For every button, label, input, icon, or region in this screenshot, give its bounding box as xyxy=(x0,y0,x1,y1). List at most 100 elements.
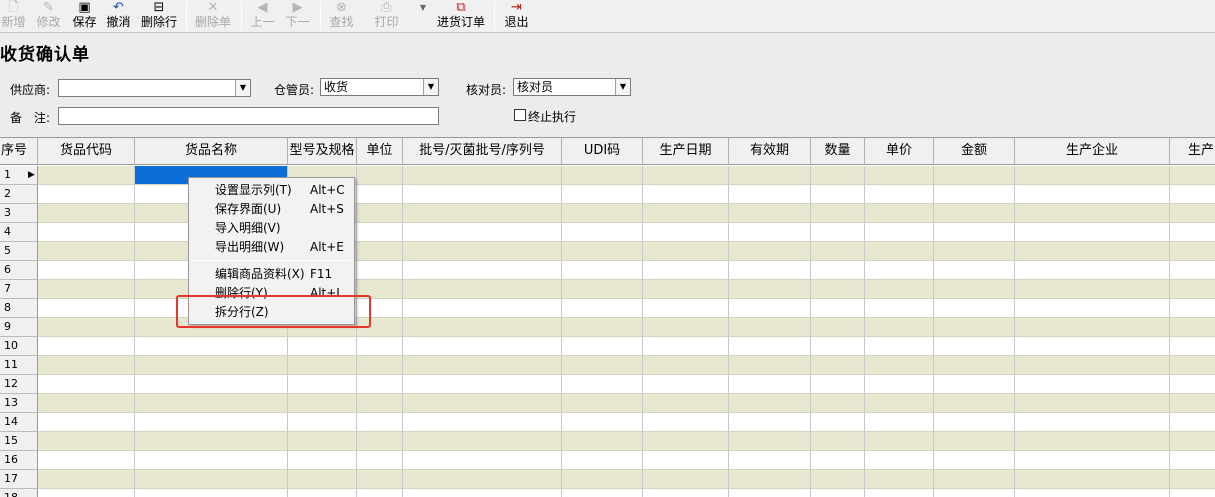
grid-cell[interactable] xyxy=(38,432,135,451)
keeper-combobox[interactable]: 收货 ▼ xyxy=(320,78,439,96)
grid-cell[interactable] xyxy=(38,413,135,432)
grid-cell[interactable] xyxy=(562,375,643,394)
grid-cell[interactable] xyxy=(934,166,1015,185)
edit-button[interactable]: ✎ 修改 xyxy=(35,0,62,32)
grid-cell[interactable] xyxy=(865,451,934,470)
grid-cell[interactable] xyxy=(865,394,934,413)
grid-cell[interactable] xyxy=(643,185,729,204)
next-button[interactable]: ▶ 下一 xyxy=(284,0,311,32)
grid-cell[interactable] xyxy=(357,432,403,451)
grid-cell[interactable] xyxy=(934,337,1015,356)
grid-cell[interactable] xyxy=(934,413,1015,432)
grid-cell[interactable] xyxy=(357,489,403,497)
grid-cell[interactable] xyxy=(643,489,729,497)
grid-cell[interactable] xyxy=(562,261,643,280)
row-number[interactable]: 4 xyxy=(0,223,38,242)
grid-cell[interactable] xyxy=(643,280,729,299)
grid-cell[interactable] xyxy=(865,242,934,261)
grid-cell[interactable] xyxy=(562,280,643,299)
grid-cell[interactable] xyxy=(865,489,934,497)
grid-cell[interactable] xyxy=(562,356,643,375)
grid-cell[interactable] xyxy=(38,489,135,497)
grid-cell[interactable] xyxy=(38,394,135,413)
grid-cell[interactable] xyxy=(1015,470,1170,489)
grid-cell[interactable] xyxy=(562,432,643,451)
grid-cell[interactable] xyxy=(811,337,865,356)
grid-cell[interactable] xyxy=(865,261,934,280)
grid-cell[interactable] xyxy=(403,489,562,497)
grid-cell[interactable] xyxy=(562,299,643,318)
grid-cell[interactable] xyxy=(934,432,1015,451)
grid-cell[interactable] xyxy=(1170,470,1215,489)
grid-cell[interactable] xyxy=(729,204,811,223)
row-number[interactable]: 6 xyxy=(0,261,38,280)
grid-cell[interactable] xyxy=(934,299,1015,318)
grid-cell[interactable] xyxy=(1170,261,1215,280)
grid-cell[interactable] xyxy=(135,432,288,451)
column-header-unit[interactable]: 单位 xyxy=(357,138,403,165)
grid-cell[interactable] xyxy=(562,470,643,489)
grid-cell[interactable] xyxy=(865,166,934,185)
table-row[interactable]: 3 xyxy=(0,204,1215,223)
grid-cell[interactable] xyxy=(562,166,643,185)
row-number[interactable]: 15 xyxy=(0,432,38,451)
chevron-down-icon[interactable]: ▼ xyxy=(615,79,630,95)
chevron-down-icon[interactable]: ▼ xyxy=(423,79,438,95)
grid-cell[interactable] xyxy=(1170,242,1215,261)
grid-cell[interactable] xyxy=(357,261,403,280)
grid-cell[interactable] xyxy=(1170,166,1215,185)
grid-cell[interactable] xyxy=(38,299,135,318)
supplier-combobox[interactable]: ▼ xyxy=(58,79,251,97)
column-header-product-name[interactable]: 货品名称 xyxy=(135,138,288,165)
grid-cell[interactable] xyxy=(288,356,357,375)
table-row[interactable]: 13 xyxy=(0,394,1215,413)
grid-cell[interactable] xyxy=(865,356,934,375)
grid-cell[interactable] xyxy=(729,242,811,261)
grid-cell[interactable] xyxy=(811,489,865,497)
grid-cell[interactable] xyxy=(1170,432,1215,451)
grid-cell[interactable] xyxy=(1015,185,1170,204)
grid-cell[interactable] xyxy=(403,299,562,318)
grid-cell[interactable] xyxy=(729,413,811,432)
grid-cell[interactable] xyxy=(1015,280,1170,299)
menu-item-import-details[interactable]: 导入明细(V) xyxy=(189,219,354,238)
grid-cell[interactable] xyxy=(729,356,811,375)
print-dropdown-button[interactable]: ▼ xyxy=(416,0,430,32)
grid-cell[interactable] xyxy=(403,375,562,394)
remark-input[interactable] xyxy=(58,107,439,125)
grid-cell[interactable] xyxy=(1170,394,1215,413)
grid-cell[interactable] xyxy=(38,261,135,280)
grid-cell[interactable] xyxy=(934,185,1015,204)
grid-cell[interactable] xyxy=(811,470,865,489)
grid-cell[interactable] xyxy=(1170,204,1215,223)
grid-cell[interactable] xyxy=(562,223,643,242)
grid-cell[interactable] xyxy=(403,451,562,470)
grid-cell[interactable] xyxy=(1015,375,1170,394)
grid-cell[interactable] xyxy=(934,470,1015,489)
terminate-checkbox[interactable] xyxy=(514,109,526,121)
grid-cell[interactable] xyxy=(403,432,562,451)
table-row[interactable]: 5 xyxy=(0,242,1215,261)
table-row[interactable]: 4 xyxy=(0,223,1215,242)
grid-cell[interactable] xyxy=(811,166,865,185)
grid-cell[interactable] xyxy=(811,356,865,375)
row-number[interactable]: 11 xyxy=(0,356,38,375)
grid-cell[interactable] xyxy=(1170,413,1215,432)
find-button[interactable]: ⊗ 查找 xyxy=(328,0,355,32)
row-number[interactable]: 8 xyxy=(0,299,38,318)
grid-cell[interactable] xyxy=(1015,394,1170,413)
grid-cell[interactable] xyxy=(357,375,403,394)
grid-cell[interactable] xyxy=(643,470,729,489)
row-number[interactable]: 10 xyxy=(0,337,38,356)
grid-cell[interactable] xyxy=(357,470,403,489)
grid-cell[interactable] xyxy=(403,413,562,432)
grid-cell[interactable] xyxy=(357,185,403,204)
grid-cell[interactable] xyxy=(38,470,135,489)
grid-cell[interactable] xyxy=(934,375,1015,394)
grid-cell[interactable] xyxy=(38,280,135,299)
grid-cell[interactable] xyxy=(643,299,729,318)
column-header-batch-serial[interactable]: 批号/灭菌批号/序列号 xyxy=(403,138,562,165)
grid-cell[interactable] xyxy=(403,394,562,413)
grid-cell[interactable] xyxy=(1015,318,1170,337)
grid-cell[interactable] xyxy=(357,223,403,242)
